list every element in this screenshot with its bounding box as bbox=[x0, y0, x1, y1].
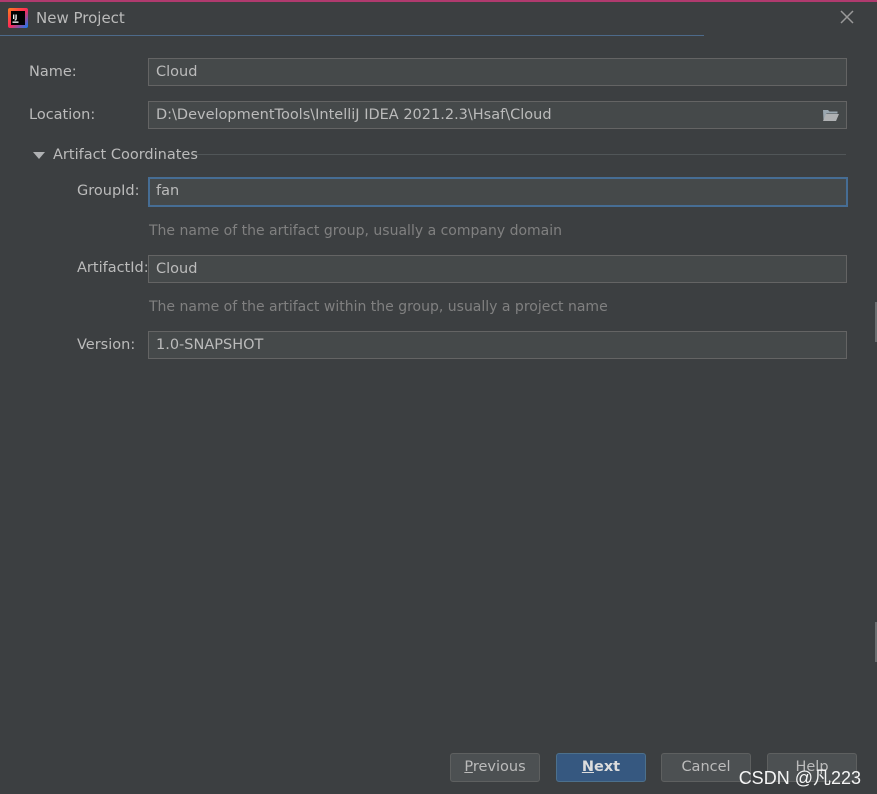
groupid-hint: The name of the artifact group, usually … bbox=[149, 223, 562, 239]
watermark: CSDN @凡223 bbox=[738, 768, 861, 788]
dialog-title: New Project bbox=[36, 9, 125, 27]
next-mnemonic: N bbox=[581, 759, 594, 775]
location-input[interactable]: D:\DevelopmentTools\IntelliJ IDEA 2021.2… bbox=[148, 101, 847, 129]
previous-mnemonic: P bbox=[464, 759, 473, 775]
next-button[interactable]: Next bbox=[556, 753, 646, 782]
title-divider bbox=[0, 35, 704, 36]
cancel-button[interactable]: Cancel bbox=[661, 753, 751, 782]
location-label: Location: bbox=[29, 107, 96, 123]
new-project-dialog: IJ New Project Name: Cloud Location: D:\… bbox=[0, 0, 877, 794]
previous-label: revious bbox=[472, 759, 526, 775]
groupid-label: GroupId: bbox=[77, 183, 140, 199]
close-icon[interactable] bbox=[837, 8, 857, 28]
artifact-coordinates-toggle[interactable]: Artifact Coordinates bbox=[33, 145, 198, 165]
name-label: Name: bbox=[29, 64, 77, 80]
groupid-input[interactable]: fan bbox=[148, 177, 848, 207]
artifactid-label: ArtifactId: bbox=[77, 260, 149, 276]
svg-text:IJ: IJ bbox=[13, 13, 18, 21]
artifactid-input[interactable]: Cloud bbox=[148, 255, 847, 283]
title-bar: IJ New Project bbox=[0, 2, 877, 36]
location-value: D:\DevelopmentTools\IntelliJ IDEA 2021.2… bbox=[156, 107, 552, 123]
section-title: Artifact Coordinates bbox=[53, 147, 198, 163]
triangle-down-icon bbox=[33, 151, 45, 159]
name-input[interactable]: Cloud bbox=[148, 58, 847, 86]
artifactid-hint: The name of the artifact within the grou… bbox=[149, 299, 608, 315]
version-input[interactable]: 1.0-SNAPSHOT bbox=[148, 331, 847, 359]
next-label: ext bbox=[594, 759, 621, 775]
section-divider bbox=[196, 154, 846, 155]
intellij-idea-icon: IJ bbox=[8, 8, 28, 28]
previous-button[interactable]: Previous bbox=[450, 753, 540, 782]
version-label: Version: bbox=[77, 337, 136, 353]
folder-open-icon[interactable] bbox=[822, 108, 840, 122]
